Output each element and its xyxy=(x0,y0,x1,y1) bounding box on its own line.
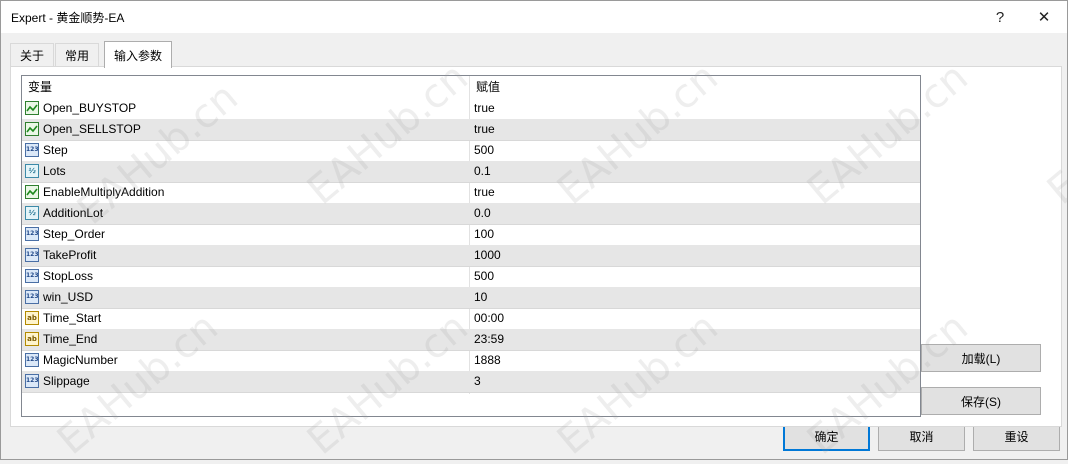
parameter-name: Lots xyxy=(43,164,66,178)
parameters-table[interactable]: 变量 赋值 Open_BUYSTOP true Open_SELLSTOP true 1… xyxy=(21,75,921,417)
parameter-name: Open_SELLSTOP xyxy=(43,122,141,136)
table-row[interactable]: EnableMultiplyAddition true xyxy=(22,182,920,204)
int-icon: 123 xyxy=(25,227,39,241)
tab-inputs[interactable]: 输入参数 xyxy=(104,41,173,68)
table-row[interactable]: ½ Lots 0.1 xyxy=(22,161,920,183)
table-row[interactable]: ab Time_Start 00:00 xyxy=(22,308,920,330)
parameter-name: EnableMultiplyAddition xyxy=(43,185,165,199)
parameter-value[interactable]: 23:59 xyxy=(474,329,504,350)
column-header-value[interactable]: 赋值 xyxy=(476,76,500,98)
table-row[interactable]: Open_SELLSTOP true xyxy=(22,119,920,141)
table-row[interactable]: 123 win_USD 10 xyxy=(22,287,920,309)
table-row[interactable]: Open_BUYSTOP true xyxy=(22,98,920,120)
bool-icon xyxy=(25,185,39,199)
double-icon: ½ xyxy=(25,164,39,178)
table-header: 变量 赋值 xyxy=(22,76,920,98)
parameter-name: Time_End xyxy=(43,332,98,346)
table-row[interactable]: 123 Slippage 3 xyxy=(22,371,920,393)
parameter-value[interactable]: 100 xyxy=(474,224,494,245)
expert-dialog: Expert - 黄金顺势-EA ? ✕ 关于 常用 输入参数 变量 赋值 Op… xyxy=(0,0,1068,464)
parameter-value[interactable]: 00:00 xyxy=(474,308,504,329)
parameter-value[interactable]: true xyxy=(474,119,495,140)
table-row[interactable]: 123 Step 500 xyxy=(22,140,920,162)
parameter-value[interactable]: 0.0 xyxy=(474,203,491,224)
int-icon: 123 xyxy=(25,353,39,367)
parameter-name: Open_BUYSTOP xyxy=(43,101,137,115)
parameter-name: Time_Start xyxy=(43,311,102,325)
tab-common[interactable]: 常用 xyxy=(55,43,100,66)
parameter-value[interactable]: 3 xyxy=(474,371,481,392)
parameter-name: Slippage xyxy=(43,374,90,388)
int-icon: 123 xyxy=(25,269,39,283)
parameter-value[interactable]: true xyxy=(474,98,495,119)
close-icon[interactable]: ✕ xyxy=(1021,1,1067,33)
parameter-name: StopLoss xyxy=(43,269,94,283)
int-icon: 123 xyxy=(25,374,39,388)
parameter-value[interactable]: 1888 xyxy=(474,350,501,371)
parameter-name: win_USD xyxy=(43,290,94,304)
parameter-value[interactable]: 500 xyxy=(474,140,494,161)
parameter-name: MagicNumber xyxy=(43,353,118,367)
parameter-value[interactable]: 10 xyxy=(474,287,487,308)
int-icon: 123 xyxy=(25,290,39,304)
string-icon: ab xyxy=(25,332,39,346)
window-title: Expert - 黄金顺势-EA xyxy=(11,11,125,25)
parameter-value[interactable]: 1000 xyxy=(474,245,501,266)
title-bar: Expert - 黄金顺势-EA ? ✕ xyxy=(1,1,1067,33)
parameter-name: Step_Order xyxy=(43,227,106,241)
inputs-panel: 变量 赋值 Open_BUYSTOP true Open_SELLSTOP true 1… xyxy=(10,66,1062,427)
parameter-value[interactable]: 0.1 xyxy=(474,161,491,182)
load-button[interactable]: 加载(L) xyxy=(921,344,1041,372)
parameter-name: AdditionLot xyxy=(43,206,104,220)
double-icon: ½ xyxy=(25,206,39,220)
int-icon: 123 xyxy=(25,143,39,157)
int-icon: 123 xyxy=(25,248,39,262)
table-row[interactable]: 123 Step_Order 100 xyxy=(22,224,920,246)
table-row[interactable]: 123 MagicNumber 1888 xyxy=(22,350,920,372)
table-row[interactable]: ½ AdditionLot 0.0 xyxy=(22,203,920,225)
table-row[interactable]: ab Time_End 23:59 xyxy=(22,329,920,351)
parameter-name: Step xyxy=(43,143,68,157)
tab-about[interactable]: 关于 xyxy=(10,43,55,66)
string-icon: ab xyxy=(25,311,39,325)
bool-icon xyxy=(25,101,39,115)
help-icon[interactable]: ? xyxy=(977,1,1023,33)
table-row[interactable]: 123 TakeProfit 1000 xyxy=(22,245,920,267)
parameter-value[interactable]: 500 xyxy=(474,266,494,287)
table-row[interactable]: 123 StopLoss 500 xyxy=(22,266,920,288)
bool-icon xyxy=(25,122,39,136)
parameter-value[interactable]: true xyxy=(474,182,495,203)
save-button[interactable]: 保存(S) xyxy=(921,387,1041,415)
parameter-name: TakeProfit xyxy=(43,248,97,262)
column-header-variable[interactable]: 变量 xyxy=(28,76,52,98)
